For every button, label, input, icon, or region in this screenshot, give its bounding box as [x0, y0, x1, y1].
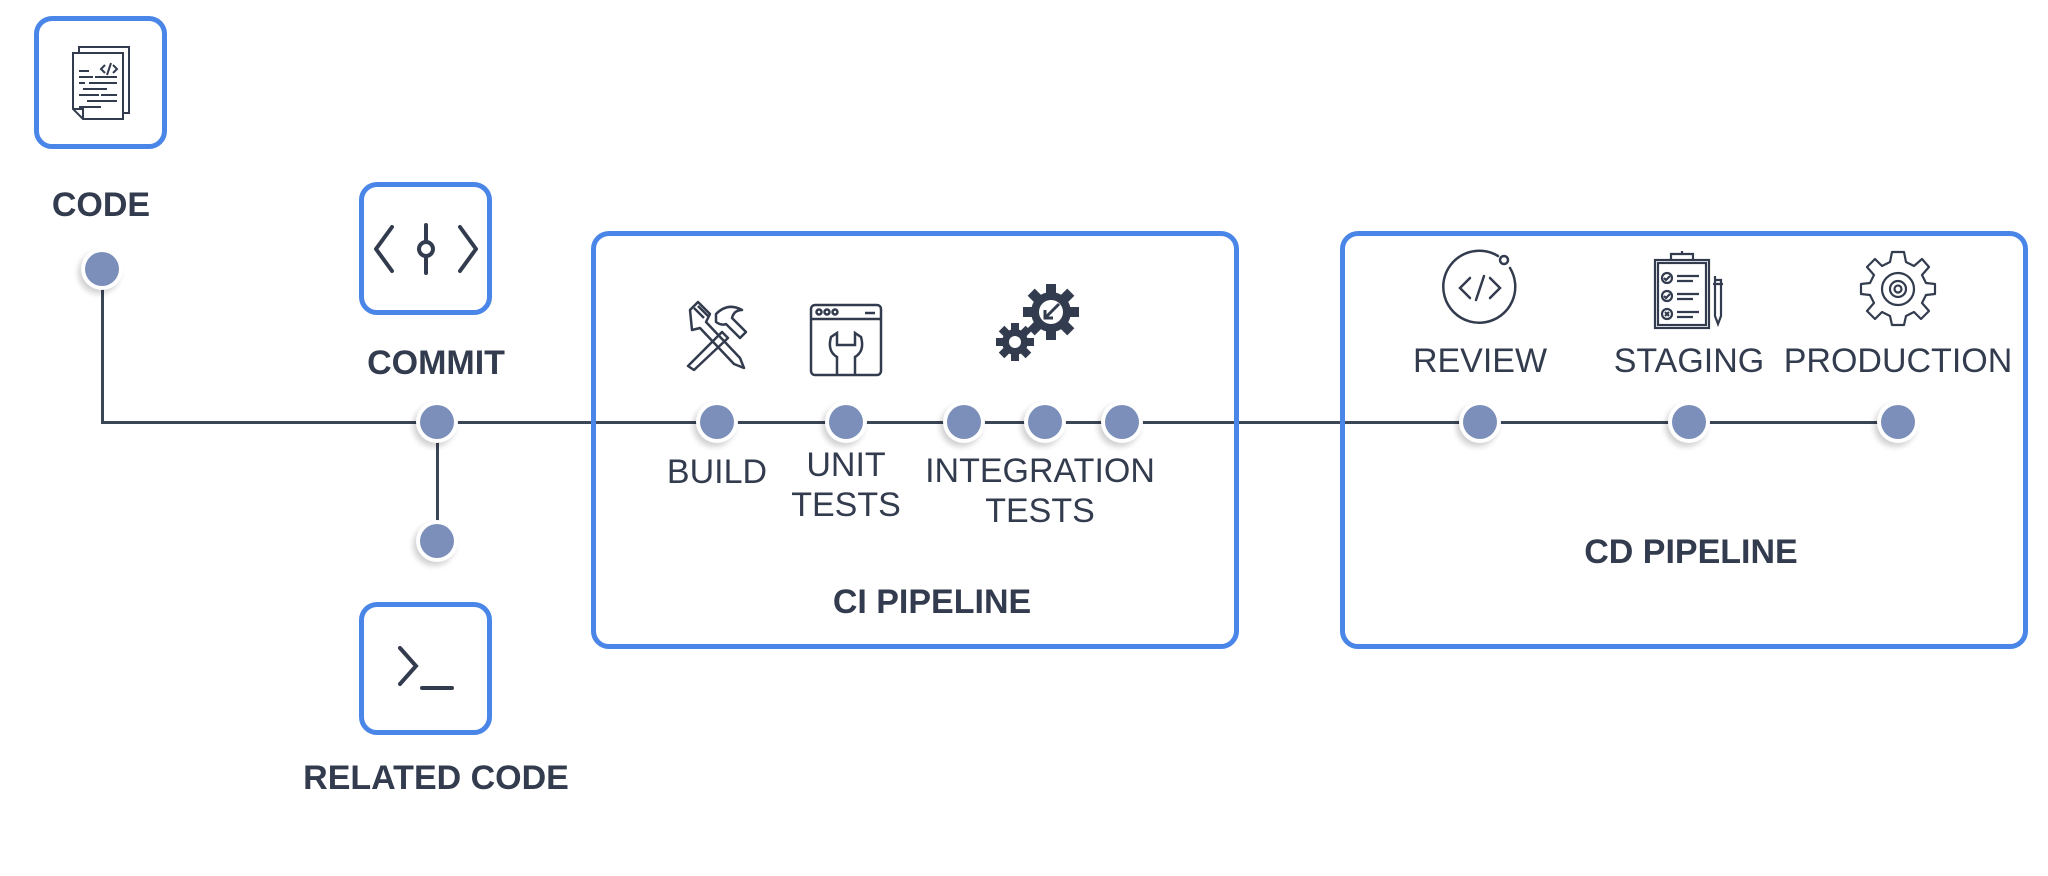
- code-review-icon: [1440, 248, 1520, 328]
- production-label: PRODUCTION: [1783, 342, 2013, 380]
- commit-box: [359, 182, 492, 315]
- related-code-node[interactable]: [416, 520, 458, 562]
- unit-tests-label: UNIT TESTS: [791, 445, 901, 525]
- gears-icon: [993, 282, 1083, 362]
- code-label: CODE: [51, 186, 151, 224]
- gear-icon: [1858, 248, 1938, 328]
- review-label: REVIEW: [1412, 342, 1548, 380]
- unit-tests-line-2: TESTS: [791, 486, 901, 524]
- ci-pipeline-title: CI PIPELINE: [832, 583, 1032, 621]
- unit-tests-line-1: UNIT: [806, 446, 886, 484]
- integration-tests-label: INTEGRATION TESTS: [925, 451, 1155, 531]
- commit-label: COMMIT: [367, 344, 505, 382]
- tools-icon: [682, 300, 752, 372]
- integration-tests-node-1[interactable]: [943, 401, 985, 443]
- production-node[interactable]: [1877, 401, 1919, 443]
- review-node[interactable]: [1459, 401, 1501, 443]
- code-node[interactable]: [81, 248, 123, 290]
- git-commit-icon: [373, 222, 478, 275]
- staging-label: STAGING: [1613, 342, 1765, 380]
- terminal-icon: [396, 644, 456, 694]
- related-code-label: RELATED CODE: [303, 759, 569, 797]
- connector-code-down: [101, 269, 104, 423]
- commit-node[interactable]: [416, 401, 458, 443]
- integration-tests-node-2[interactable]: [1024, 401, 1066, 443]
- browser-wrench-icon: [809, 303, 883, 377]
- code-box: [34, 16, 167, 149]
- ci-cd-diagram: CODE COMMIT RELATED CODE BUILD UNIT TEST…: [0, 0, 2048, 876]
- unit-tests-node[interactable]: [825, 401, 867, 443]
- integration-tests-line-2: TESTS: [985, 492, 1095, 530]
- staging-node[interactable]: [1668, 401, 1710, 443]
- related-code-box: [359, 602, 492, 735]
- checklist-icon: [1653, 250, 1725, 330]
- integration-tests-node-3[interactable]: [1101, 401, 1143, 443]
- cd-pipeline-title: CD PIPELINE: [1584, 533, 1798, 571]
- code-file-icon: [69, 45, 133, 121]
- integration-tests-line-1: INTEGRATION: [925, 452, 1155, 490]
- build-label: BUILD: [666, 453, 768, 491]
- build-node[interactable]: [696, 401, 738, 443]
